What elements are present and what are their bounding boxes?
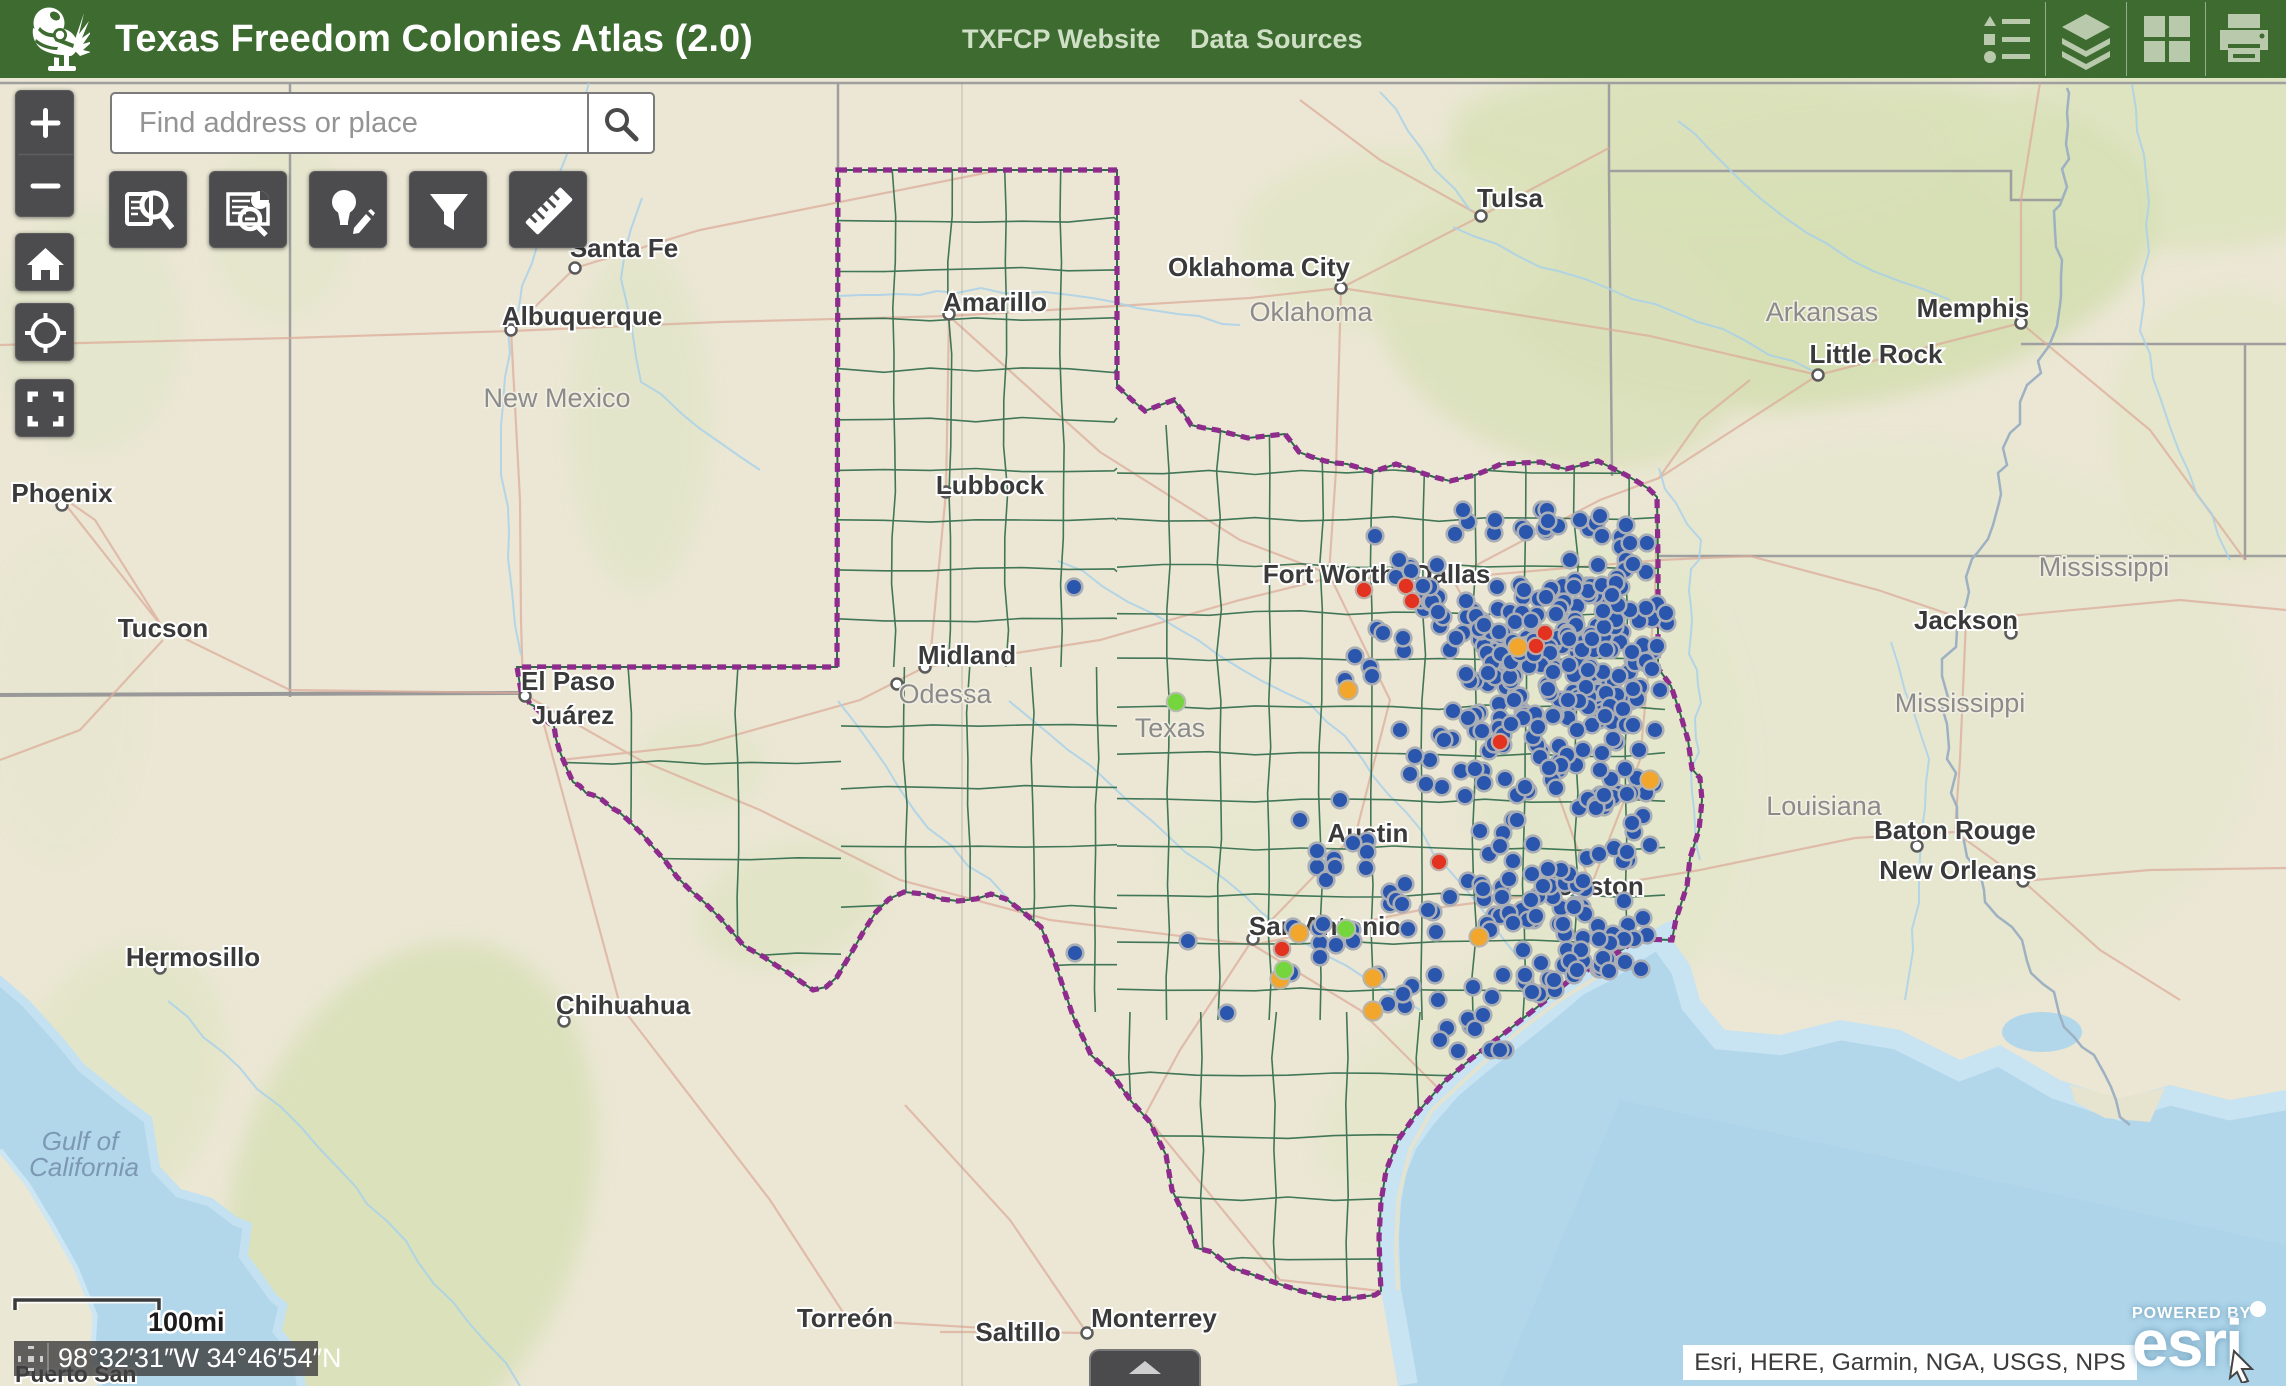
svg-text:New Orleans: New Orleans xyxy=(1879,855,2037,885)
svg-text:Oklahoma City: Oklahoma City xyxy=(1168,252,1351,282)
svg-text:Tucson: Tucson xyxy=(118,613,209,643)
svg-text:Saltillo: Saltillo xyxy=(975,1317,1060,1347)
svg-text:Texas: Texas xyxy=(1135,713,1206,743)
svg-text:Hermosillo: Hermosillo xyxy=(126,942,260,972)
svg-text:Tulsa: Tulsa xyxy=(1477,183,1544,213)
svg-text:Chihuahua: Chihuahua xyxy=(556,990,691,1020)
svg-text:California: California xyxy=(29,1152,139,1182)
svg-text:New Mexico: New Mexico xyxy=(483,383,630,413)
svg-text:Monterrey: Monterrey xyxy=(1091,1303,1217,1333)
svg-text:Mississippi: Mississippi xyxy=(2039,552,2170,582)
svg-text:El Paso: El Paso xyxy=(521,666,615,696)
svg-text:100mi: 100mi xyxy=(148,1307,225,1337)
svg-text:Louisiana: Louisiana xyxy=(1766,791,1883,821)
svg-text:Phoenix: Phoenix xyxy=(11,478,113,508)
svg-text:Odessa: Odessa xyxy=(898,679,992,709)
svg-text:Lubbock: Lubbock xyxy=(936,470,1045,500)
svg-text:Midland: Midland xyxy=(918,640,1016,670)
svg-text:Albuquerque: Albuquerque xyxy=(502,301,662,331)
svg-text:Jackson: Jackson xyxy=(1914,605,2018,635)
svg-text:Mississippi: Mississippi xyxy=(1895,688,2026,718)
svg-text:Torreón: Torreón xyxy=(797,1303,893,1333)
svg-text:Memphis: Memphis xyxy=(1917,293,2030,323)
svg-text:Arkansas: Arkansas xyxy=(1766,297,1879,327)
svg-text:Amarillo: Amarillo xyxy=(943,287,1047,317)
svg-text:Fort Worth: Fort Worth xyxy=(1263,559,1395,589)
svg-text:Baton Rouge: Baton Rouge xyxy=(1874,815,2036,845)
svg-text:Little Rock: Little Rock xyxy=(1810,339,1943,369)
svg-text:Oklahoma: Oklahoma xyxy=(1249,297,1373,327)
svg-text:Juárez: Juárez xyxy=(532,700,614,730)
